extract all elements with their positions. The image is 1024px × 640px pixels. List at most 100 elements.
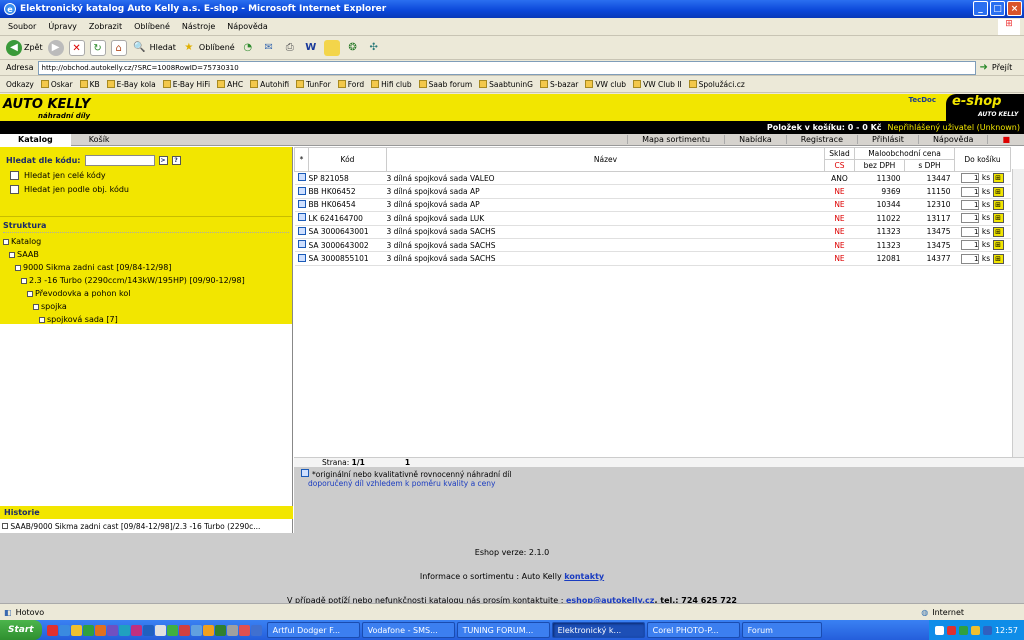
link-item[interactable]: Spolužáci.cz xyxy=(688,80,745,89)
stop-icon[interactable]: ✕ xyxy=(68,39,85,56)
nav-prihlasit[interactable]: Přihlásit xyxy=(857,135,918,144)
row-name[interactable]: 3 dílná spojková sada SACHS xyxy=(386,225,825,239)
back-button[interactable]: ◀ Zpět xyxy=(6,39,43,56)
link-item[interactable]: Hifi club xyxy=(371,80,412,89)
link-item[interactable]: AHC xyxy=(217,80,243,89)
row-code[interactable]: SA 3000643001 xyxy=(308,225,387,239)
menu-oblibene[interactable]: Oblíbené xyxy=(134,22,170,31)
minimize-button[interactable]: _ xyxy=(973,1,988,16)
option-whole-codes[interactable]: Hledat jen celé kódy xyxy=(10,171,286,180)
nav-mapa-sortimentu[interactable]: Mapa sortimentu xyxy=(627,135,724,144)
row-code[interactable]: BB HK06454 xyxy=(308,198,387,213)
add-to-cart-icon[interactable]: ⊞ xyxy=(992,253,1004,264)
tree-node[interactable]: spojková sada [7] xyxy=(3,313,289,326)
search-button[interactable]: 🔍 Hledat xyxy=(132,40,176,56)
checkbox[interactable] xyxy=(10,171,19,180)
table-row[interactable]: SP 821058 3 dílná spojková sada VALEO AN… xyxy=(294,171,1011,186)
quicklaunch-icon[interactable] xyxy=(166,624,178,636)
link-item[interactable]: E-Bay HiFi xyxy=(162,80,210,89)
row-name[interactable]: 3 dílná spojková sada SACHS xyxy=(386,251,825,266)
tree-node[interactable]: Katalog xyxy=(3,235,289,248)
row-code[interactable]: BB HK06452 xyxy=(308,184,387,199)
quicklaunch-icon[interactable] xyxy=(94,624,106,636)
add-to-cart-icon[interactable]: ⊞ xyxy=(992,213,1004,224)
word-icon[interactable]: W xyxy=(303,40,319,56)
table-row[interactable]: BB HK06454 3 dílná spojková sada AP NE 1… xyxy=(294,198,1011,213)
row-code[interactable]: LK 624164700 xyxy=(308,211,387,226)
go-icon[interactable]: ➜ xyxy=(980,62,988,73)
menu-nastroje[interactable]: Nástroje xyxy=(182,22,215,31)
link-item[interactable]: Autohifi xyxy=(250,80,289,89)
option-order-code[interactable]: Hledat jen podle obj. kódu xyxy=(10,185,286,194)
col-name[interactable]: Název xyxy=(386,147,825,172)
info-icon[interactable] xyxy=(297,199,306,208)
menu-soubor[interactable]: Soubor xyxy=(8,22,36,31)
print-icon[interactable]: ⎙ xyxy=(282,40,298,56)
link-item[interactable]: Ford xyxy=(337,80,364,89)
page-link[interactable]: 1 xyxy=(405,458,410,467)
messenger-icon[interactable]: ❂ xyxy=(345,40,361,56)
row-code[interactable]: SA 3000855101 xyxy=(308,251,387,266)
table-row[interactable]: SA 3000643002 3 dílná spojková sada SACH… xyxy=(294,238,1011,253)
checkbox[interactable] xyxy=(10,185,19,194)
link-item[interactable]: E-Bay kola xyxy=(106,80,156,89)
quicklaunch-icon[interactable] xyxy=(154,624,166,636)
auto-kelly-logo[interactable]: AUTO KELLY xyxy=(3,97,90,112)
qty-input[interactable]: 1 xyxy=(961,213,980,224)
info-icon[interactable] xyxy=(297,213,306,222)
history-icon[interactable]: ◔ xyxy=(240,40,256,56)
info-icon[interactable] xyxy=(297,226,306,235)
favorites-button[interactable]: ★ Oblíbené xyxy=(181,40,234,56)
row-code[interactable]: SA 3000643002 xyxy=(308,238,387,253)
table-row[interactable]: SA 3000855101 3 dílná spojková sada SACH… xyxy=(294,251,1011,266)
link-item[interactable]: Saab forum xyxy=(418,80,472,89)
tray-icon[interactable] xyxy=(946,625,956,635)
contacts-link[interactable]: kontakty xyxy=(564,572,604,581)
quicklaunch-icon[interactable] xyxy=(82,624,94,636)
tab-katalog[interactable]: Katalog xyxy=(0,133,71,146)
link-item[interactable]: Oskar xyxy=(40,80,73,89)
task-button[interactable]: Artful Dodger F... xyxy=(266,622,360,638)
info-icon[interactable] xyxy=(297,253,306,262)
link-item[interactable]: KB xyxy=(79,80,100,89)
link-item[interactable]: S-bazar xyxy=(539,80,578,89)
code-search-input[interactable] xyxy=(84,155,155,166)
quicklaunch-icon[interactable] xyxy=(130,624,142,636)
quicklaunch-icon[interactable] xyxy=(70,624,82,636)
table-row[interactable]: BB HK06452 3 dílná spojková sada AP NE 9… xyxy=(294,184,1011,199)
qty-input[interactable]: 1 xyxy=(961,253,980,264)
home-icon[interactable]: ⌂ xyxy=(110,39,127,56)
quicklaunch-icon[interactable] xyxy=(190,624,202,636)
nav-nabidka[interactable]: Nabídka xyxy=(724,135,786,144)
nav-napoveda[interactable]: Nápověda xyxy=(917,135,988,144)
link-item[interactable]: VW Club II xyxy=(633,80,682,89)
menu-zobrazit[interactable]: Zobrazit xyxy=(89,22,122,31)
row-name[interactable]: 3 dílná spojková sada SACHS xyxy=(386,238,825,253)
user-status[interactable]: Nepřihlášený uživatel (Unknown) xyxy=(888,123,1020,132)
table-row[interactable]: SA 3000643001 3 dílná spojková sada SACH… xyxy=(294,225,1011,239)
quicklaunch-icon[interactable] xyxy=(58,624,70,636)
vertical-scrollbar[interactable] xyxy=(1012,169,1024,457)
qty-input[interactable]: 1 xyxy=(961,186,980,197)
info-icon[interactable] xyxy=(297,240,306,249)
tree-node[interactable]: SAAB xyxy=(3,248,289,261)
tray-icon[interactable] xyxy=(958,625,968,635)
tray-icon[interactable] xyxy=(982,625,992,635)
history-item[interactable]: SAAB/9000 Sikma zadni cast [09/84-12/98]… xyxy=(0,519,293,534)
add-to-cart-icon[interactable]: ⊞ xyxy=(992,199,1004,210)
search-go-button[interactable]: > xyxy=(158,156,168,165)
tree-node[interactable]: 9000 Sikma zadni cast [09/84-12/98] xyxy=(3,261,289,274)
info-icon[interactable] xyxy=(297,186,306,195)
mail-icon[interactable]: ✉ xyxy=(261,40,277,56)
row-name[interactable]: 3 dílná spojková sada VALEO xyxy=(386,171,825,186)
quicklaunch-icon[interactable] xyxy=(250,624,262,636)
task-button[interactable]: Vodafone - SMS... xyxy=(361,622,455,638)
add-to-cart-icon[interactable]: ⊞ xyxy=(992,173,1004,184)
qty-input[interactable]: 1 xyxy=(961,226,980,237)
czech-flag-icon[interactable]: ■ xyxy=(987,135,1024,144)
quicklaunch-icon[interactable] xyxy=(214,624,226,636)
col-code[interactable]: Kód xyxy=(308,147,387,172)
nav-registrace[interactable]: Registrace xyxy=(785,135,857,144)
quicklaunch-icon[interactable] xyxy=(178,624,190,636)
task-button[interactable]: Forum xyxy=(741,622,822,638)
